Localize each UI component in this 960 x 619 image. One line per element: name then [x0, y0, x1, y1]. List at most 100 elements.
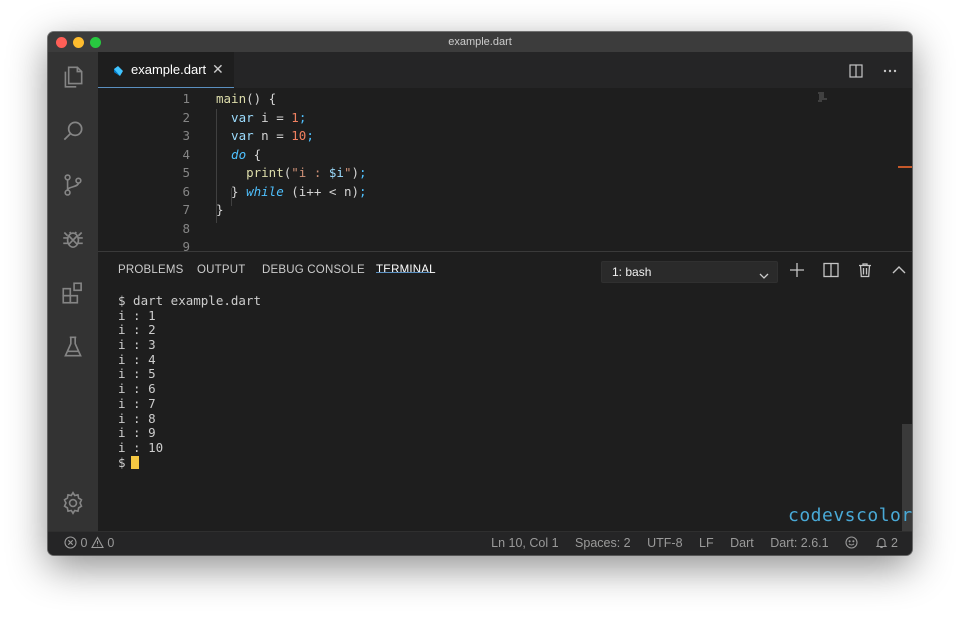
vscode-window: example.dart example.dart ✕ 1 main() {2…: [48, 32, 912, 555]
watermark: codevscolor.com: [788, 505, 912, 526]
encoding[interactable]: UTF-8: [647, 532, 682, 554]
line-number: 8: [182, 220, 190, 236]
terminal-select[interactable]: 1: bash: [601, 261, 778, 283]
bell-icon: [875, 537, 887, 549]
code-token: () {: [246, 91, 277, 106]
terminal-line: i : 2: [118, 322, 156, 338]
new-terminal-icon[interactable]: [788, 261, 806, 279]
line-number: 1: [182, 91, 190, 106]
code-token: do: [216, 146, 247, 162]
code-line[interactable]: 2 var i = 1;: [98, 109, 798, 128]
window-title: example.dart: [448, 36, 512, 48]
code-text: do {: [216, 146, 261, 165]
maximize-window-button[interactable]: [90, 37, 101, 48]
feedback-icon[interactable]: [845, 532, 858, 554]
terminal-line: i : 3: [118, 337, 156, 353]
problems-status[interactable]: 0 0: [64, 536, 114, 550]
split-editor-icon[interactable]: [848, 63, 864, 79]
code-line[interactable]: 7}: [98, 201, 798, 220]
code-token: while: [246, 183, 284, 199]
code-token: ;: [359, 165, 367, 180]
code-token: ;: [306, 128, 314, 143]
terminal-line: i : 1: [118, 307, 156, 323]
code-token: 1: [291, 109, 299, 125]
terminal-line: $ dart example.dart: [118, 293, 261, 308]
terminal-line: i : 8: [118, 410, 156, 426]
code-token: ": [343, 165, 352, 180]
code-line[interactable]: 6 } while (i++ < n);: [98, 183, 798, 202]
terminal-prompt-line: $: [118, 455, 261, 471]
dart-icon: [112, 64, 124, 76]
active-tab-indicator: [376, 272, 430, 273]
testing-flask-icon[interactable]: [60, 334, 86, 360]
line-number: 2: [182, 109, 190, 125]
terminal-output[interactable]: $ dart example.dart i : 1 i : 2 i : 3 i …: [118, 293, 261, 471]
terminal-cursor: [130, 455, 139, 469]
code-line[interactable]: 8: [98, 220, 798, 239]
line-number: 3: [182, 128, 190, 143]
tab-debug-console[interactable]: DEBUG CONSOLE: [262, 264, 365, 276]
terminal-line: i : 9: [118, 425, 156, 441]
code-token: main: [216, 91, 247, 106]
terminal-select-value: 1: bash: [612, 265, 652, 279]
indentation[interactable]: Spaces: 2: [575, 532, 631, 554]
maximize-panel-icon[interactable]: [890, 261, 908, 279]
warning-count: 0: [107, 536, 115, 550]
chevron-down-icon: [759, 267, 769, 279]
code-line[interactable]: 4 do {: [98, 146, 798, 165]
source-control-icon[interactable]: [60, 172, 86, 198]
debug-icon[interactable]: [60, 226, 86, 252]
status-bar-left: 0 0: [64, 532, 114, 554]
notifications[interactable]: 2: [875, 532, 898, 554]
code-text: main() {: [216, 90, 276, 109]
status-bar: 0 0 Ln 10, Col 1 Spaces: 2 UTF-8 LF Dart…: [48, 531, 912, 555]
tab-problems[interactable]: PROBLEMS: [118, 264, 184, 276]
line-number: 7: [182, 202, 190, 217]
overview-ruler-marker: [898, 166, 912, 168]
code-editor[interactable]: 1 main() {2 var i = 1; 3 var n = 10; 4 do {…: [98, 88, 912, 254]
minimize-window-button[interactable]: [73, 37, 84, 48]
extensions-icon[interactable]: [60, 280, 86, 306]
code-token: 10: [291, 128, 307, 143]
code-token: i =: [253, 109, 292, 125]
close-window-button[interactable]: [56, 37, 67, 48]
terminal-line: i : 4: [118, 351, 156, 367]
explorer-icon[interactable]: [60, 64, 86, 90]
code-line[interactable]: 1 main() {: [98, 90, 798, 109]
code-token: $i: [328, 165, 344, 180]
code-token: var: [216, 128, 254, 143]
line-number: 6: [182, 183, 190, 199]
split-terminal-icon[interactable]: [822, 261, 840, 279]
code-token: (i++ < n): [283, 183, 360, 199]
indent-guide: [216, 109, 217, 223]
code-token: ;: [298, 109, 307, 125]
cursor-position[interactable]: Ln 10, Col 1: [491, 532, 558, 554]
code-token: n =: [253, 128, 292, 143]
more-actions-icon[interactable]: [882, 63, 898, 79]
code-text: var i = 1;: [216, 109, 306, 128]
warning-icon: [90, 536, 104, 549]
code-text: }: [216, 201, 224, 220]
title-bar: example.dart: [48, 32, 912, 52]
line-number: 4: [182, 146, 190, 162]
minimap[interactable]: [818, 90, 836, 102]
close-tab-icon[interactable]: ✕: [212, 61, 224, 78]
code-token: "i :: [291, 165, 329, 180]
code-token: ): [351, 165, 360, 180]
settings-gear-icon[interactable]: [60, 490, 86, 516]
dart-sdk-version[interactable]: Dart: 2.6.1: [770, 532, 828, 554]
code-line[interactable]: 3 var n = 10;: [98, 127, 798, 146]
tab-output[interactable]: OUTPUT: [197, 264, 245, 276]
editor-actions: [834, 62, 898, 80]
tab-example-dart[interactable]: example.dart ✕: [98, 52, 234, 88]
tab-label: example.dart: [131, 62, 207, 77]
error-count: 0: [80, 536, 88, 550]
code-line[interactable]: 5 print("i : $i");: [98, 164, 798, 183]
language-mode[interactable]: Dart: [730, 532, 754, 554]
line-ending[interactable]: LF: [699, 532, 714, 554]
code-text: print("i : $i");: [216, 164, 367, 183]
search-icon[interactable]: [60, 118, 86, 144]
terminal-line: i : 5: [118, 366, 156, 382]
tab-terminal[interactable]: TERMINAL: [376, 264, 436, 276]
trash-icon[interactable]: [856, 261, 874, 279]
